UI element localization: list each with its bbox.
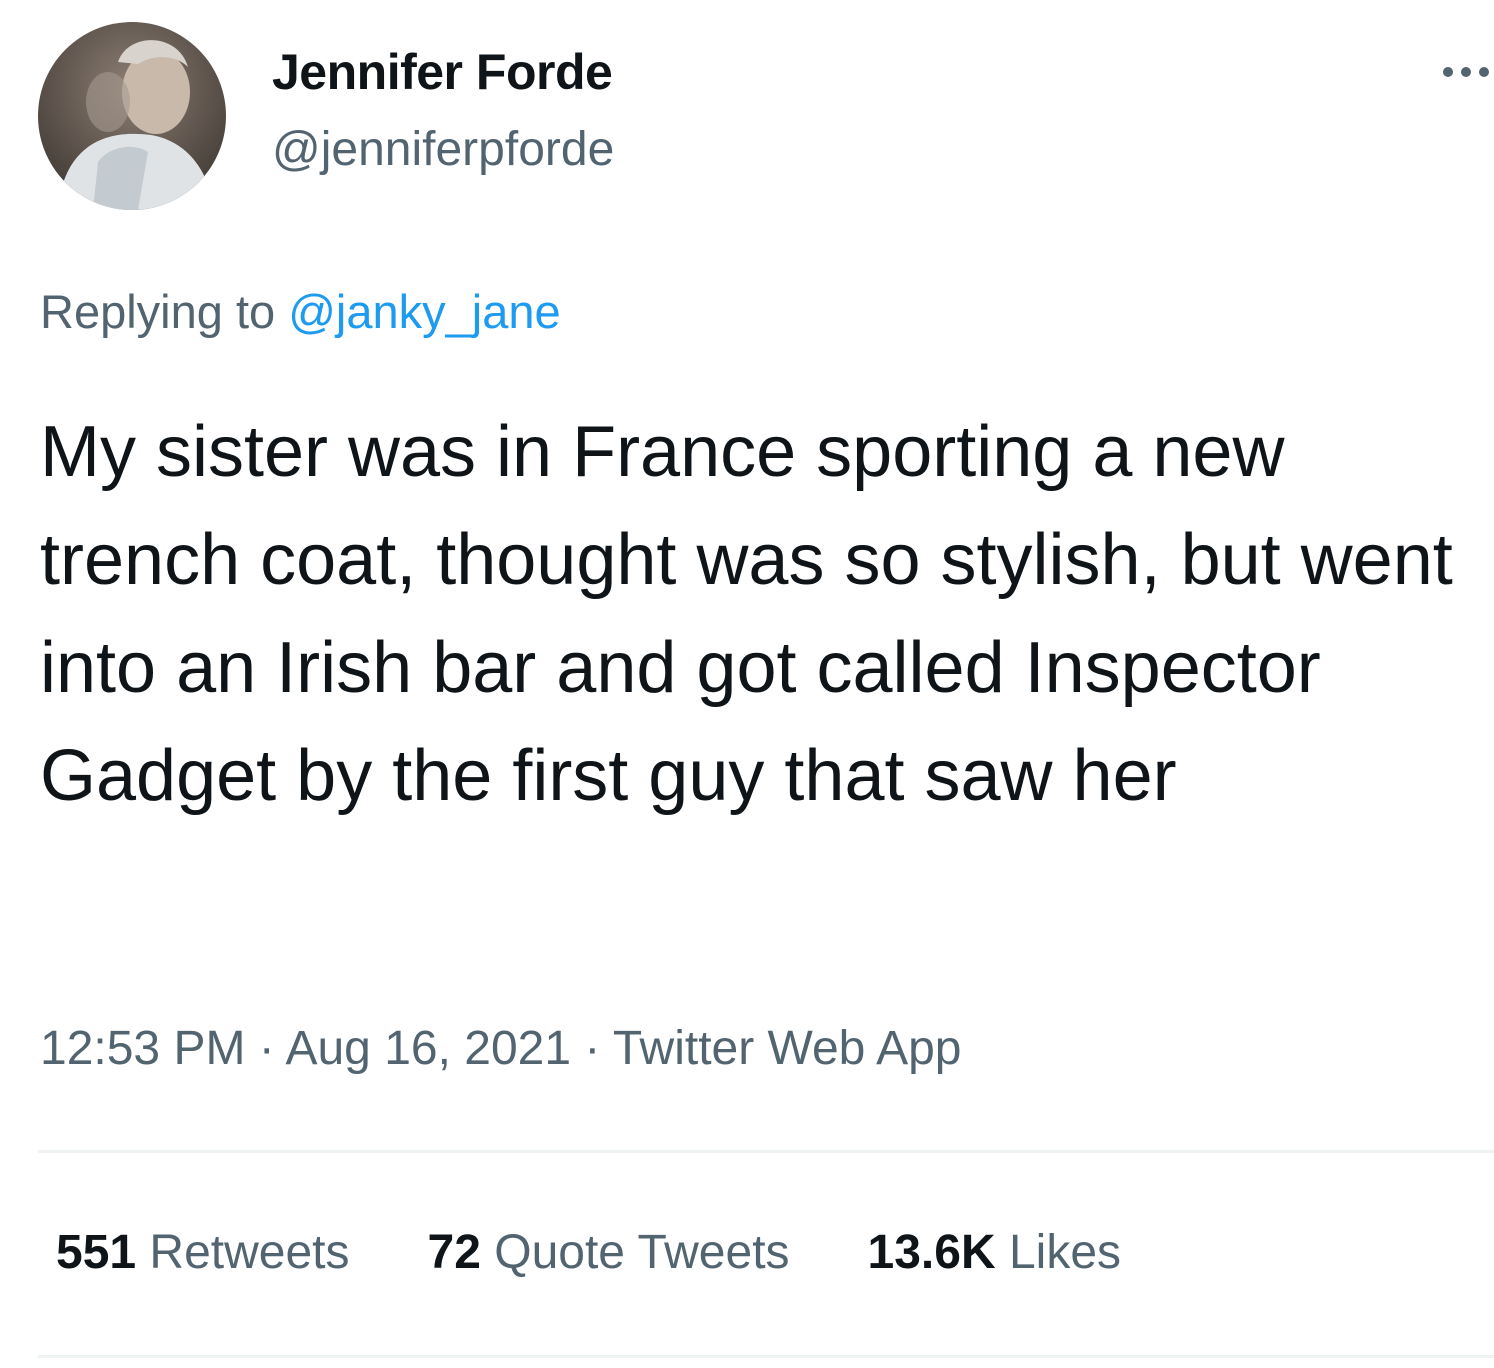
replying-to-label: Replying to [40,285,289,338]
divider [38,1355,1494,1358]
tweet-text: My sister was in France sporting a new t… [40,412,1453,816]
tweet-meta: 12:53 PM · Aug 16, 2021 · Twitter Web Ap… [40,1018,961,1080]
display-name[interactable]: Jennifer Forde [272,42,613,102]
replying-to: Replying to @janky_jane [40,282,561,342]
tweet-source[interactable]: Twitter Web App [613,1022,962,1075]
retweets-count: 551 [56,1226,137,1279]
meta-separator: · [245,1022,286,1075]
reply-mention-link[interactable]: @janky_jane [288,285,560,338]
divider [38,1150,1494,1153]
tweet-time[interactable]: 12:53 PM [40,1022,245,1075]
more-options-icon[interactable] [1440,62,1494,82]
quote-tweets-count: 72 [427,1226,481,1279]
retweets-stat[interactable]: 551 Retweets [56,1222,350,1284]
quote-tweets-label: Quote Tweets [480,1226,790,1279]
tweet-stats: 551 Retweets 72 Quote Tweets 13.6K Likes [56,1222,1121,1284]
likes-count: 13.6K [867,1226,996,1279]
retweets-label: Retweets [136,1226,350,1279]
likes-label: Likes [995,1226,1122,1279]
tweet-date[interactable]: Aug 16, 2021 [285,1022,571,1075]
meta-separator: · [571,1022,613,1075]
user-handle[interactable]: @jenniferpforde [272,120,614,180]
quote-tweets-stat[interactable]: 72 Quote Tweets [428,1222,790,1284]
avatar[interactable] [38,22,226,210]
avatar-photo [38,22,226,210]
likes-stat[interactable]: 13.6K Likes [868,1222,1121,1284]
